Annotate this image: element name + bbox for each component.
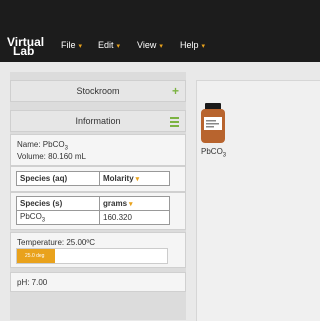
plus-icon[interactable]: + [172, 81, 179, 101]
stockroom-title: Stockroom [76, 86, 120, 96]
caret-down-icon: ▾ [135, 176, 140, 183]
menu-edit[interactable]: Edit ▾ [98, 40, 120, 50]
temperature-label: Temperature: 25.00ºC [17, 238, 96, 247]
information-header[interactable]: Information [10, 110, 186, 132]
grams-header[interactable]: grams ▾ [99, 196, 170, 211]
reagent-bottle-icon[interactable] [201, 103, 225, 143]
ph-label: pH: 7.00 [17, 278, 48, 287]
aqueous-species-table: Species (aq) Molarity ▾ [16, 171, 170, 186]
solution-name: Name: PbCO3 [17, 140, 68, 152]
chevron-down-icon: ▾ [78, 43, 83, 50]
information-title: Information [75, 116, 121, 126]
table-row: PbCO3 160.320 [16, 210, 170, 225]
ph-box: pH: 7.00 [10, 272, 186, 292]
bottle-label: PbCO3 [201, 147, 227, 159]
chevron-down-icon: ▾ [116, 43, 121, 50]
s-table-box: Species (s) grams ▾ PbCO3 160.320 [10, 192, 186, 230]
chevron-down-icon: ▾ [201, 43, 206, 50]
stockroom-header[interactable]: Stockroom + [10, 80, 186, 102]
solution-volume: Volume: 80.160 mL [17, 152, 86, 161]
name-volume-box: Name: PbCO3 Volume: 80.160 mL [10, 134, 186, 166]
solid-species-table: Species (s) grams ▾ PbCO3 160.320 [16, 196, 170, 225]
grams-cell: 160.320 [99, 210, 170, 225]
temperature-bar: 25.0 deg [16, 248, 168, 264]
chevron-down-icon: ▾ [159, 43, 163, 50]
menu-view[interactable]: View ▾ [137, 40, 163, 50]
s-species-header: Species (s) [16, 196, 100, 211]
temperature-fill: 25.0 deg [17, 249, 55, 263]
caret-down-icon: ▾ [129, 201, 133, 208]
menu-file[interactable]: File ▾ [61, 40, 82, 50]
aq-table-box: Species (aq) Molarity ▾ [10, 166, 186, 192]
app-logo[interactable]: Virtual Lab [7, 36, 44, 57]
menu-icon[interactable] [170, 117, 179, 129]
molarity-header[interactable]: Molarity ▾ [99, 171, 170, 186]
aq-species-header: Species (aq) [16, 171, 100, 186]
top-navbar: Virtual Lab File ▾ Edit ▾ View ▾ Help ▾ [0, 0, 320, 62]
species-cell: PbCO3 [16, 210, 100, 225]
menu-help[interactable]: Help ▾ [180, 40, 205, 50]
